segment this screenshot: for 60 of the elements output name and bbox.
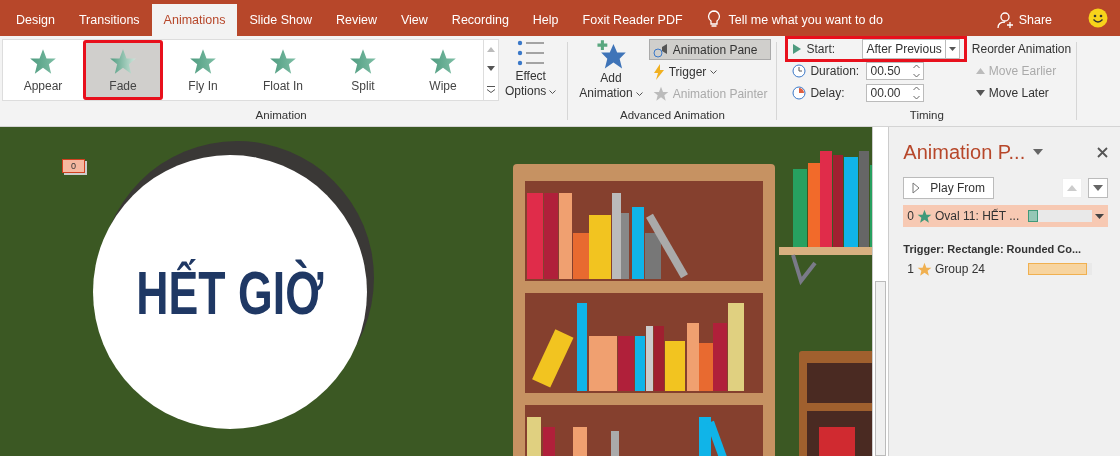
animation-list-item[interactable]: 1 Group 24 bbox=[903, 258, 1108, 280]
ribbon-tab[interactable]: View bbox=[389, 4, 440, 36]
delay-control[interactable]: Delay: 00.00 bbox=[788, 83, 964, 103]
lightning-icon bbox=[652, 63, 665, 80]
trigger-button[interactable]: Trigger bbox=[648, 61, 772, 82]
ribbon-tab[interactable]: Review bbox=[324, 4, 389, 36]
star-icon bbox=[429, 47, 457, 76]
dropdown-arrow-icon[interactable] bbox=[1095, 213, 1104, 219]
animation-list-item[interactable]: 0 Oval 11: HẾT ... bbox=[903, 205, 1108, 227]
smiley-icon[interactable] bbox=[1088, 8, 1108, 28]
ribbon-tab[interactable]: Slide Show bbox=[237, 4, 324, 36]
ribbon-tab[interactable]: Recording bbox=[439, 4, 521, 36]
ribbon-tab[interactable]: Design bbox=[4, 4, 67, 36]
group-label: Animation bbox=[254, 108, 308, 122]
pane-title: Animation P... bbox=[903, 140, 1026, 164]
star-icon bbox=[269, 47, 297, 76]
animation-badge[interactable]: 0 bbox=[62, 159, 85, 173]
play-icon bbox=[912, 182, 921, 194]
ribbon-tab[interactable]: Animations bbox=[151, 4, 238, 36]
clock-icon bbox=[792, 64, 807, 78]
add-animation-button[interactable]: Add Animation bbox=[573, 39, 649, 108]
caret-icon bbox=[948, 47, 956, 51]
tell-me-field[interactable]: Tell me what you want to do bbox=[728, 4, 883, 36]
scroll-down-icon[interactable] bbox=[487, 66, 495, 72]
group-label: Advanced Animation bbox=[618, 108, 726, 122]
star-icon bbox=[29, 47, 57, 76]
duration-control[interactable]: Duration: 00.50 bbox=[788, 61, 964, 81]
effect-options-button[interactable]: Effect Options bbox=[499, 39, 563, 108]
share-button[interactable]: Share bbox=[990, 4, 1058, 36]
down-triangle-icon bbox=[975, 89, 985, 96]
ribbon-tab[interactable]: Foxit Reader PDF bbox=[570, 4, 695, 36]
caret-icon bbox=[635, 91, 643, 96]
reorder-animation-label: Reorder Animation bbox=[971, 41, 1072, 58]
caret-icon bbox=[710, 69, 718, 74]
up-triangle-icon bbox=[1067, 185, 1077, 191]
person-add-icon bbox=[996, 11, 1015, 29]
caret-icon bbox=[549, 89, 557, 94]
add-star-icon bbox=[595, 39, 628, 71]
up-triangle-icon bbox=[975, 67, 985, 74]
move-down-button[interactable] bbox=[1088, 178, 1108, 198]
down-triangle-icon bbox=[1093, 185, 1103, 191]
dropdown-arrow-icon[interactable] bbox=[1033, 149, 1044, 155]
star-icon bbox=[109, 47, 137, 76]
star-icon bbox=[349, 47, 377, 76]
clock-icon bbox=[792, 86, 807, 100]
move-later-button[interactable]: Move Later bbox=[971, 82, 1072, 103]
lightbulb-icon bbox=[706, 10, 721, 28]
more-icon[interactable] bbox=[487, 85, 495, 93]
star-icon bbox=[652, 85, 669, 102]
animation-pane-button[interactable]: Animation Pane bbox=[648, 39, 772, 60]
play-icon bbox=[792, 43, 803, 55]
slide-title: HẾT GIỜ bbox=[136, 256, 324, 328]
trigger-heading: Trigger: Rectangle: Rounded Co... bbox=[903, 243, 1083, 255]
star-icon bbox=[189, 47, 217, 76]
close-icon[interactable] bbox=[1097, 146, 1108, 158]
play-from-button[interactable]: Play From bbox=[903, 177, 994, 199]
effect-button[interactable]: Fade bbox=[83, 40, 163, 100]
ribbon-tab[interactable]: Help bbox=[520, 4, 571, 36]
group-label: Timing bbox=[908, 108, 945, 122]
ribbon-tab[interactable]: Transitions bbox=[66, 4, 152, 36]
